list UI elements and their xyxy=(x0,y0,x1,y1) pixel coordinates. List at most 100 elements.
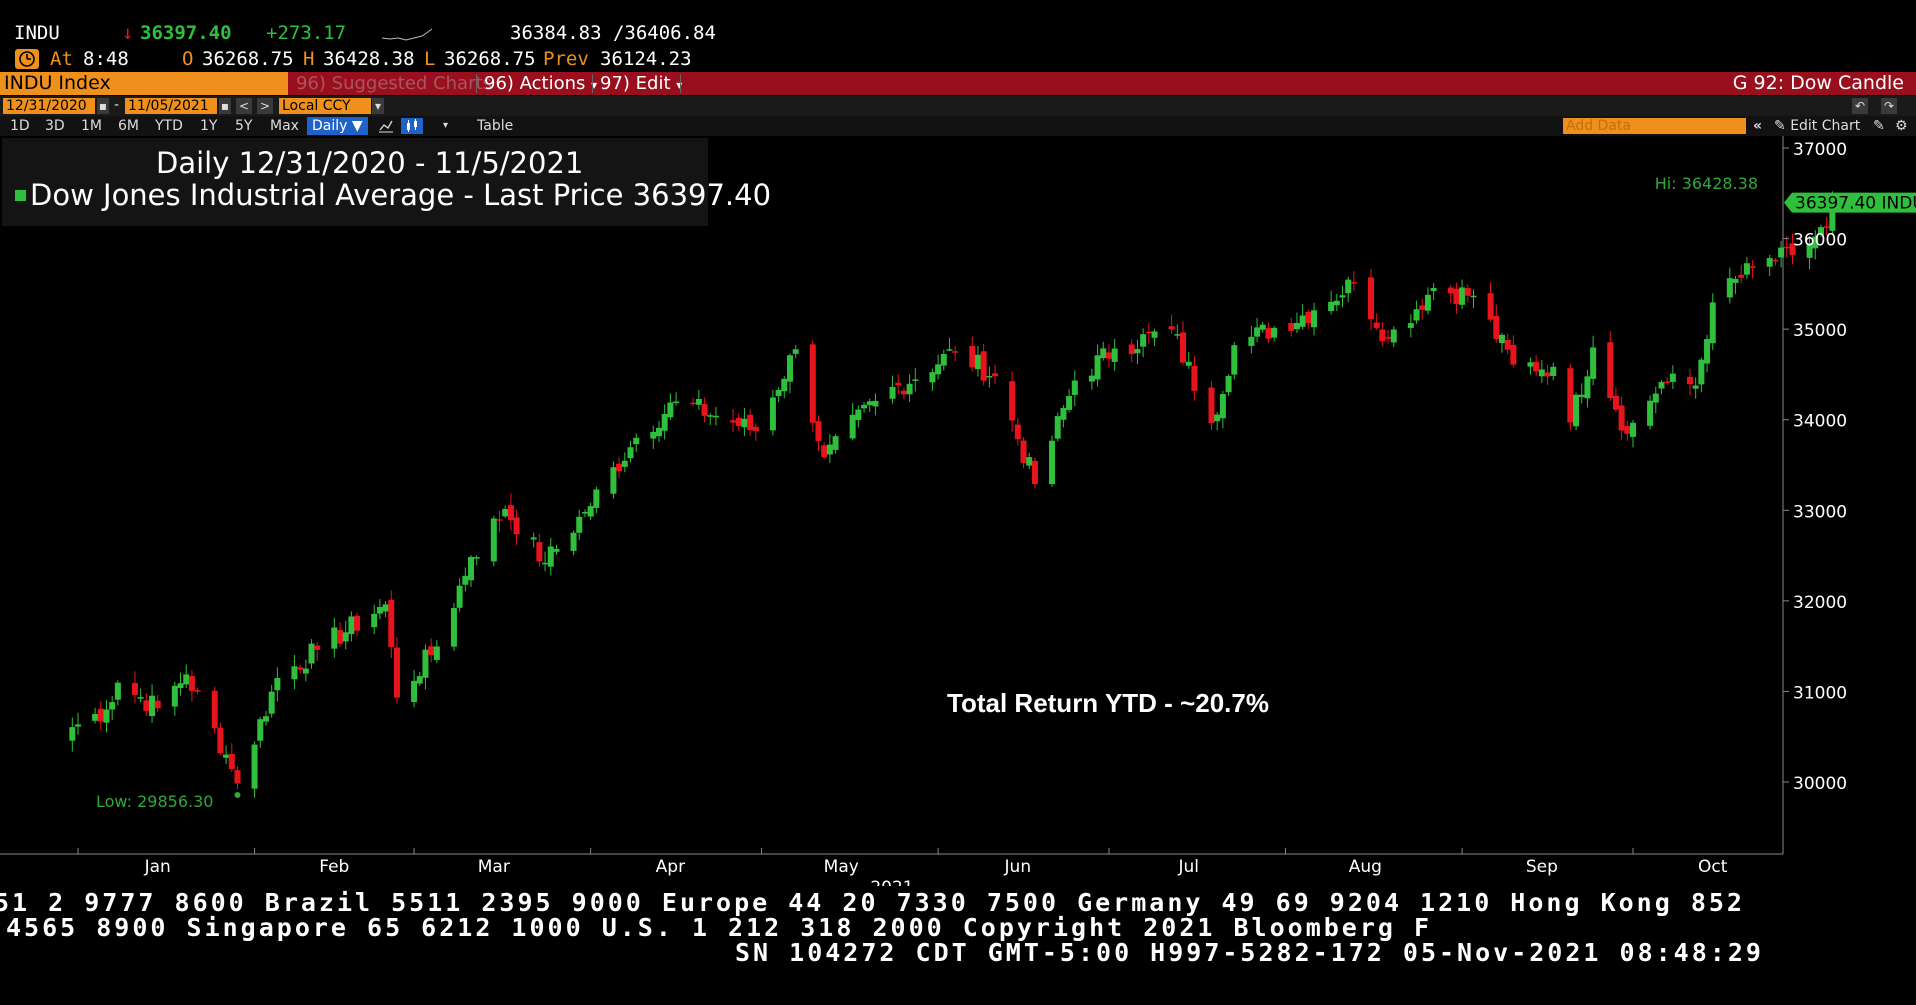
y-tick-label: 36000 xyxy=(1793,231,1847,251)
candle-body xyxy=(1390,329,1397,343)
candle-body xyxy=(1288,323,1295,331)
range-ytd[interactable]: YTD xyxy=(155,116,183,136)
candle-body xyxy=(866,401,873,406)
candle-body xyxy=(1664,381,1671,384)
y-axis: 30000 31000 32000 33000 34000 35000 36000 37000 xyxy=(1783,140,1847,794)
candle-body xyxy=(747,414,754,431)
divider xyxy=(476,74,477,93)
candle-body xyxy=(1424,294,1431,311)
candle-body xyxy=(1618,405,1625,431)
candlestick-chart: 30000 31000 32000 33000 34000 35000 36000 37000… xyxy=(0,136,1916,886)
range-max[interactable]: Max xyxy=(270,116,299,136)
candle-body xyxy=(1550,366,1557,376)
range-1m[interactable]: 1M xyxy=(81,116,102,136)
candle-body xyxy=(627,447,634,459)
next-period-button[interactable]: > xyxy=(257,98,273,114)
prev-period-button[interactable]: < xyxy=(236,98,252,114)
last-price-tag-label: 36397.40 INDU xyxy=(1795,194,1916,214)
candle-body xyxy=(1145,331,1152,334)
candle-body xyxy=(1385,337,1392,339)
candle-body xyxy=(735,417,742,427)
calendar-icon[interactable]: ▪ xyxy=(97,98,109,114)
candle-body xyxy=(1100,348,1107,359)
candle-body xyxy=(1373,322,1380,328)
candle-body xyxy=(980,351,987,381)
candle-body xyxy=(69,727,76,741)
gear-icon[interactable]: ⚙ xyxy=(1895,116,1908,136)
candle-body xyxy=(1567,368,1574,423)
edit-chart-button[interactable]: ✎ Edit Chart xyxy=(1774,116,1860,136)
candle-body xyxy=(861,404,868,409)
candle-body xyxy=(1367,277,1374,320)
candle-chart-icon[interactable] xyxy=(401,118,423,134)
candle-body xyxy=(1265,328,1272,339)
candle-body xyxy=(900,390,907,395)
candle-body xyxy=(1413,309,1420,321)
candle-body xyxy=(940,353,947,366)
candle-body xyxy=(826,444,833,455)
chevron-down-icon[interactable]: ▾ xyxy=(443,116,448,136)
candle-body xyxy=(1105,352,1112,359)
collapse-icon[interactable]: « xyxy=(1753,116,1762,136)
candle-body xyxy=(1094,355,1101,380)
candle-body xyxy=(1060,408,1067,420)
candle-body xyxy=(792,349,799,354)
line-chart-icon[interactable] xyxy=(378,116,394,136)
candle-body xyxy=(411,680,418,703)
table-button[interactable]: Table xyxy=(477,116,513,136)
range-3d[interactable]: 3D xyxy=(45,116,65,136)
candle-body xyxy=(388,599,395,647)
candle-body xyxy=(576,516,583,533)
candle-body xyxy=(348,616,355,635)
candle-body xyxy=(1510,344,1517,365)
x-tick-label: Jan xyxy=(144,857,171,877)
high-annotation: Hi: 36428.38 xyxy=(1655,174,1758,193)
pencil-icon: ✎ xyxy=(1774,118,1786,134)
pencil-icon[interactable]: ✎ xyxy=(1873,116,1885,136)
candle-body xyxy=(701,404,708,416)
candle-body xyxy=(1652,393,1659,403)
candle-body xyxy=(1447,287,1454,294)
suggested-charts-button[interactable]: 96) Suggested Charts xyxy=(296,72,492,95)
last-price-tag: 36397.40 INDU xyxy=(1784,192,1916,214)
candle-body xyxy=(251,744,258,789)
redo-icon[interactable]: ↷ xyxy=(1881,98,1897,114)
range-5y[interactable]: 5Y xyxy=(235,116,252,136)
candle-body xyxy=(331,627,338,649)
high-value: 36428.38 xyxy=(323,48,415,70)
y-tick-label: 35000 xyxy=(1793,321,1847,341)
candle-body xyxy=(1134,349,1141,354)
candle-body xyxy=(912,379,919,381)
undo-icon[interactable]: ↶ xyxy=(1852,98,1868,114)
candle-body xyxy=(633,437,640,445)
candle-body xyxy=(650,431,657,439)
edit-menu[interactable]: 97) Edit ▾ xyxy=(600,72,682,95)
candle-body xyxy=(177,683,184,688)
chevron-down-icon[interactable]: ▾ xyxy=(372,98,384,114)
divider xyxy=(680,74,681,93)
candle-body xyxy=(695,399,702,405)
candle-body xyxy=(149,695,156,717)
candle-body xyxy=(1607,342,1614,399)
calendar-icon[interactable]: ▪ xyxy=(219,98,231,114)
security-field[interactable]: INDU Index xyxy=(0,72,288,95)
range-1y[interactable]: 1Y xyxy=(200,116,217,136)
candle-body xyxy=(1219,394,1226,419)
candle-body xyxy=(1271,327,1278,338)
candle-body xyxy=(1584,376,1591,399)
candle-body xyxy=(1709,302,1716,344)
add-data-input[interactable]: Add Data xyxy=(1563,118,1746,134)
end-date-input[interactable]: 11/05/2021 xyxy=(125,98,217,114)
candle-body xyxy=(337,629,344,644)
currency-select[interactable]: Local CCY xyxy=(279,98,371,114)
actions-menu[interactable]: 96) Actions ▾ xyxy=(484,72,597,95)
range-1d[interactable]: 1D xyxy=(10,116,30,136)
candle-body xyxy=(371,613,378,628)
candle-body xyxy=(530,537,537,540)
start-date-input[interactable]: 12/31/2020 xyxy=(3,98,95,114)
candle-body xyxy=(376,607,383,614)
range-6m[interactable]: 6M xyxy=(118,116,139,136)
clock-icon[interactable] xyxy=(15,49,39,69)
period-select[interactable]: Daily ▼ xyxy=(307,117,368,135)
candle-body xyxy=(1111,348,1118,362)
